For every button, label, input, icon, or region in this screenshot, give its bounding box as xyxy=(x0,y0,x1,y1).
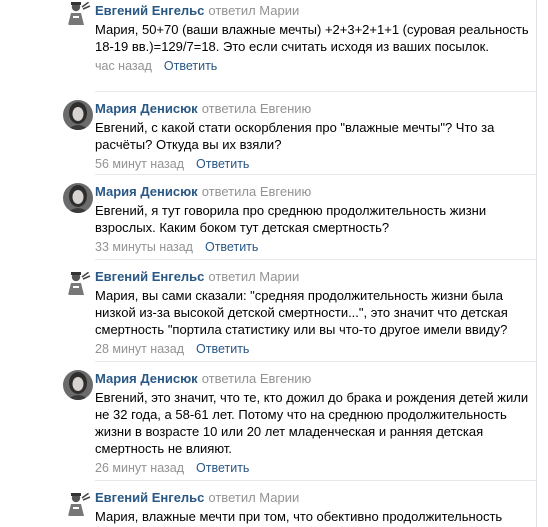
comment-author[interactable]: Мария Денисюк xyxy=(95,184,198,199)
comment-action: ответил xyxy=(208,269,256,284)
comment-reply-target[interactable]: Марии xyxy=(259,490,299,505)
comment-text: Мария, 50+70 (ваши влажные мечты) +2+3+2… xyxy=(95,22,529,54)
avatar[interactable] xyxy=(63,100,93,130)
comment-action: ответила xyxy=(201,371,257,386)
comment-action: ответила xyxy=(201,101,257,116)
avatar[interactable] xyxy=(63,370,93,400)
avatar[interactable] xyxy=(63,268,93,298)
comment-author[interactable]: Евгений Енгельс xyxy=(95,3,204,18)
comment-reply-target[interactable]: Марии xyxy=(259,269,299,284)
avatar[interactable] xyxy=(63,0,93,28)
comment-divider xyxy=(95,480,536,481)
comment-text: Мария, влажные мечти при том, что обекти… xyxy=(95,509,503,524)
comment-author[interactable]: Мария Денисюк xyxy=(95,371,198,386)
comment-author[interactable]: Евгений Енгельс xyxy=(95,490,204,505)
avatar[interactable] xyxy=(63,183,93,213)
comment-text: Евгений, с какой стати оскорбления про "… xyxy=(95,120,495,152)
comment-divider xyxy=(95,361,536,362)
comment-text: Мария, вы сами сказали: "средняя продолж… xyxy=(95,288,508,337)
comment-divider xyxy=(95,259,536,260)
comment-time[interactable]: 28 минут назад xyxy=(95,342,184,356)
comment-text: Евгений, я тут говорила про среднюю прод… xyxy=(95,203,487,235)
comment-time[interactable]: 26 минут назад xyxy=(95,461,184,475)
reply-button[interactable]: Ответить xyxy=(196,157,249,171)
avatar[interactable] xyxy=(63,489,93,519)
comment-time[interactable]: 33 минуты назад xyxy=(95,240,193,254)
comment-divider xyxy=(95,91,536,92)
user-photo-icon xyxy=(63,100,93,130)
doctor-icon xyxy=(63,0,93,28)
reply-button[interactable]: Ответить xyxy=(196,461,249,475)
comment-action: ответила xyxy=(201,184,257,199)
comment-action: ответил xyxy=(208,490,256,505)
comment-reply-target[interactable]: Евгению xyxy=(260,184,311,199)
doctor-icon xyxy=(63,489,93,519)
reply-button[interactable]: Ответить xyxy=(196,342,249,356)
reply-button[interactable]: Ответить xyxy=(164,59,217,73)
comment-author[interactable]: Мария Денисюк xyxy=(95,101,198,116)
comment-action: ответил xyxy=(208,3,256,18)
comment-reply-target[interactable]: Марии xyxy=(259,3,299,18)
comment-divider xyxy=(95,174,536,175)
comment-text: Евгений, это значит, что те, кто дожил д… xyxy=(95,390,529,456)
comment-time[interactable]: 56 минут назад xyxy=(95,157,184,171)
user-photo-icon xyxy=(63,370,93,400)
comment-time[interactable]: час назад xyxy=(95,59,152,73)
comment-reply-target[interactable]: Евгению xyxy=(260,371,311,386)
doctor-icon xyxy=(63,268,93,298)
comment-author[interactable]: Евгений Енгельс xyxy=(95,269,204,284)
right-border xyxy=(536,0,537,527)
user-photo-icon xyxy=(63,183,93,213)
comment-reply-target[interactable]: Евгению xyxy=(260,101,311,116)
reply-button[interactable]: Ответить xyxy=(205,240,258,254)
